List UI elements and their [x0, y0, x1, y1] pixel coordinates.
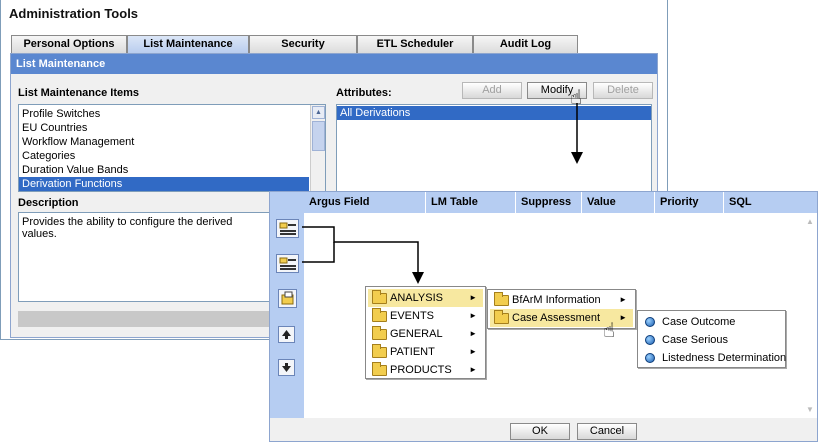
folder-icon	[372, 344, 387, 358]
insert-field-button[interactable]	[276, 254, 299, 273]
list-item[interactable]: Profile Switches	[19, 107, 325, 121]
submenu-arrow-icon: ►	[469, 347, 477, 356]
tab-list-maintenance[interactable]: List Maintenance	[127, 35, 249, 53]
submenu-arrow-icon: ►	[619, 295, 627, 304]
items-listbox[interactable]: Profile Switches EU Countries Workflow M…	[18, 104, 326, 192]
field-icon	[645, 353, 655, 363]
column-header[interactable]: Suppress	[516, 192, 582, 213]
column-header[interactable]: LM Table	[426, 192, 516, 213]
folder-icon	[372, 290, 387, 304]
tab-personal-options[interactable]: Personal Options	[11, 35, 127, 53]
field-icon	[645, 335, 655, 345]
grid-scroll-up-icon[interactable]: ▲	[806, 217, 815, 226]
menu-item-case-serious[interactable]: Case Serious	[640, 331, 783, 349]
attributes-listbox[interactable]: All Derivations	[336, 104, 652, 192]
menu-item-patient[interactable]: PATIENT ►	[368, 343, 483, 361]
column-header[interactable]: SQL	[724, 192, 817, 213]
column-header[interactable]: Argus Field	[304, 192, 426, 213]
list-item[interactable]: Duration Value Bands	[19, 163, 325, 177]
cancel-button[interactable]: Cancel	[577, 423, 637, 440]
submenu-arrow-icon: ►	[469, 329, 477, 338]
arrow-up-icon	[282, 330, 291, 339]
submenu-arrow-icon: ►	[469, 365, 477, 374]
add-button[interactable]: Add	[462, 82, 522, 99]
submenu-arrow-icon: ►	[469, 293, 477, 302]
delete-button[interactable]: Delete	[593, 82, 653, 99]
menu-item-listedness-determination[interactable]: Listedness Determination	[640, 349, 786, 367]
grid-scroll-down-icon[interactable]: ▼	[806, 405, 815, 414]
folder-icon	[494, 292, 509, 306]
list-item[interactable]: EU Countries	[19, 121, 325, 135]
list-item[interactable]: Categories	[19, 149, 325, 163]
folder-icon	[372, 326, 387, 340]
case-assessment-submenu: Case Outcome Case Serious Listedness Det…	[637, 310, 786, 368]
delete-field-button[interactable]	[278, 289, 297, 308]
move-down-button[interactable]	[278, 359, 295, 376]
tab-etl-scheduler[interactable]: ETL Scheduler	[357, 35, 473, 53]
list-insert-icon	[279, 257, 296, 270]
column-header[interactable]: Value	[582, 192, 655, 213]
menu-item-general[interactable]: GENERAL ►	[368, 325, 483, 343]
attribute-item-selected[interactable]: All Derivations	[337, 106, 651, 120]
list-item-selected[interactable]: Derivation Functions	[19, 177, 309, 191]
panel-title: List Maintenance	[11, 54, 657, 74]
tab-audit-log[interactable]: Audit Log	[473, 35, 578, 53]
arrow-down-icon	[282, 363, 291, 372]
scroll-thumb[interactable]	[312, 121, 325, 151]
folder-delete-icon	[281, 291, 294, 305]
column-header-row: Argus Field LM Table Suppress Value Prio…	[304, 192, 817, 213]
menu-item-case-outcome[interactable]: Case Outcome	[640, 313, 783, 331]
menu-item-analysis[interactable]: ANALYSIS ►	[368, 289, 483, 307]
attributes-label: Attributes:	[336, 87, 392, 99]
move-up-button[interactable]	[278, 326, 295, 343]
description-text: Provides the ability to configure the de…	[22, 216, 233, 240]
folder-icon	[372, 308, 387, 322]
items-label: List Maintenance Items	[18, 87, 140, 99]
folder-icon	[494, 310, 509, 324]
hand-cursor-icon: ☝	[603, 320, 616, 342]
folder-icon	[372, 362, 387, 376]
dialog-toolbar	[270, 192, 304, 418]
menu-item-products[interactable]: PRODUCTS ►	[368, 361, 483, 379]
list-item[interactable]: Workflow Management	[19, 135, 325, 149]
app-title: Administration Tools	[9, 6, 139, 21]
tab-security[interactable]: Security	[249, 35, 357, 53]
list-add-icon	[279, 222, 296, 235]
ok-button[interactable]: OK	[510, 423, 570, 440]
menu-item-bfarm-information[interactable]: BfArM Information ►	[490, 291, 633, 309]
field-icon	[645, 317, 655, 327]
column-header[interactable]: Priority	[655, 192, 724, 213]
menu-item-events[interactable]: EVENTS ►	[368, 307, 483, 325]
category-menu: ANALYSIS ► EVENTS ► GENERAL ► PATIENT ► PROD…	[365, 286, 486, 379]
description-box: Provides the ability to configure the de…	[18, 212, 272, 302]
scroll-up-icon[interactable]: ▲	[312, 106, 325, 119]
submenu-arrow-icon: ►	[619, 313, 627, 322]
submenu-arrow-icon: ►	[469, 311, 477, 320]
description-label: Description	[18, 197, 79, 209]
add-field-button[interactable]	[276, 219, 299, 238]
panel-footer-bar	[18, 311, 272, 327]
hand-cursor-icon: ☝	[570, 87, 583, 109]
items-scrollbar[interactable]: ▲	[310, 105, 325, 191]
